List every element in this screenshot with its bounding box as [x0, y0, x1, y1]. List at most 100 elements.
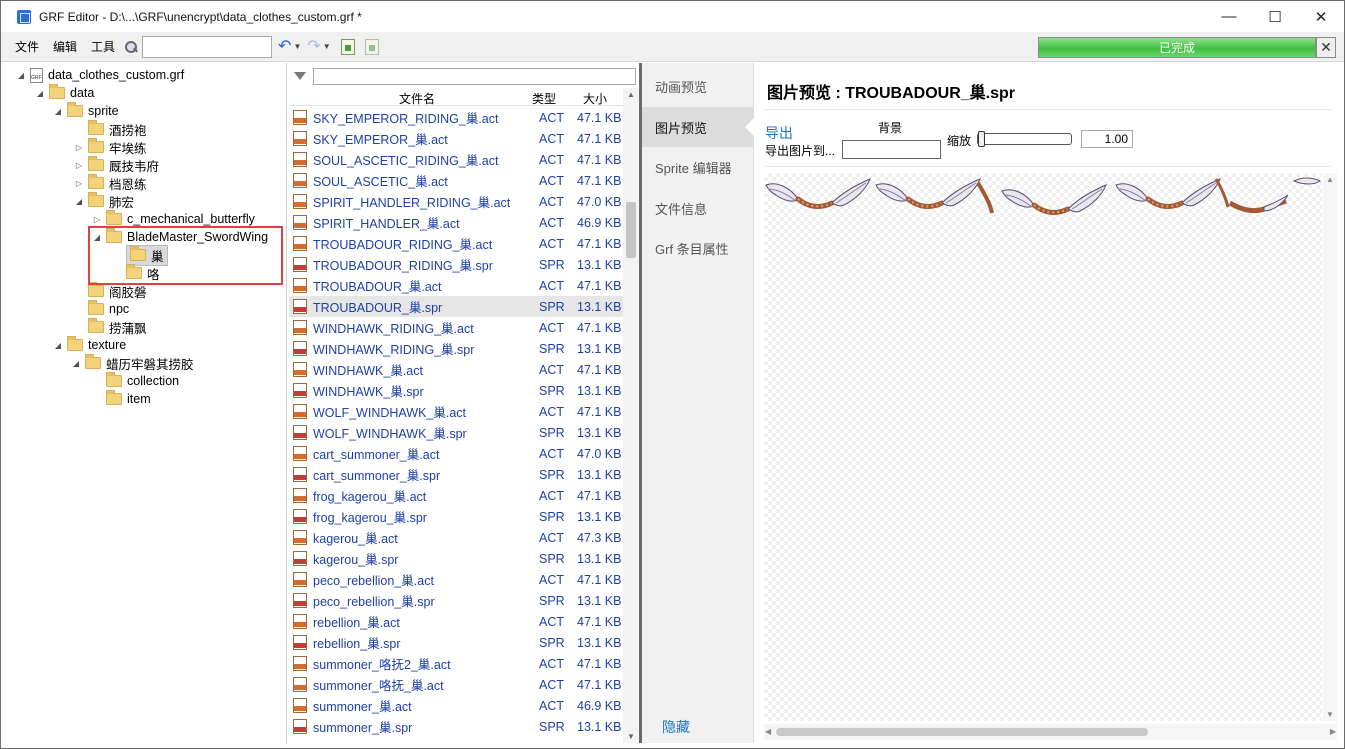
- file-row[interactable]: TROUBADOUR_RIDING_巢.act ACT 47.1 KB: [289, 233, 623, 254]
- tree-node-texture[interactable]: ◢ texture: [53, 336, 126, 354]
- file-row[interactable]: SPIRIT_HANDLER_巢.act ACT 46.9 KB: [289, 212, 623, 233]
- tree-node-collection[interactable]: collection: [92, 372, 179, 390]
- file-row[interactable]: TROUBADOUR_巢.act ACT 47.1 KB: [289, 275, 623, 296]
- sprite-canvas[interactable]: [764, 173, 1322, 721]
- expand-icon[interactable]: ◢: [16, 71, 26, 80]
- tab-image-preview[interactable]: 图片预览: [642, 107, 755, 147]
- expand-icon[interactable]: ◢: [53, 107, 63, 116]
- file-row[interactable]: WOLF_WINDHAWK_巢.spr SPR 13.1 KB: [289, 422, 623, 443]
- scroll-down-icon[interactable]: ▼: [1326, 710, 1334, 719]
- file-row[interactable]: rebellion_巢.act ACT 47.1 KB: [289, 611, 623, 632]
- tree-node-label: item: [127, 392, 151, 406]
- tab-sprite-editor[interactable]: Sprite 编辑器: [642, 147, 754, 187]
- file-row[interactable]: TROUBADOUR_巢.spr SPR 13.1 KB: [289, 296, 623, 317]
- scroll-up-icon[interactable]: ▲: [1326, 175, 1334, 184]
- tree-node[interactable]: ▷ 厩技韦府: [74, 156, 159, 174]
- file-row[interactable]: summoner_巢.act ACT 46.9 KB: [289, 695, 623, 716]
- preview-vertical-scrollbar[interactable]: ▲ ▼: [1323, 173, 1337, 721]
- scroll-down-icon[interactable]: ▼: [627, 732, 635, 741]
- file-type: ACT: [539, 446, 564, 461]
- file-row[interactable]: kagerou_巢.act ACT 47.3 KB: [289, 527, 623, 548]
- export-to-link[interactable]: 导出图片到...: [765, 142, 835, 159]
- file-row[interactable]: WINDHAWK_RIDING_巢.spr SPR 13.1 KB: [289, 338, 623, 359]
- file-row[interactable]: summoner_咯抚2_巢.act ACT 47.1 KB: [289, 653, 623, 674]
- file-row[interactable]: TROUBADOUR_RIDING_巢.spr SPR 13.1 KB: [289, 254, 623, 275]
- column-header-type[interactable]: 类型: [532, 90, 556, 107]
- scroll-up-icon[interactable]: ▲: [627, 90, 635, 99]
- scroll-right-icon[interactable]: ▶: [1330, 727, 1336, 736]
- file-row[interactable]: peco_rebellion_巢.act ACT 47.1 KB: [289, 569, 623, 590]
- expand-icon[interactable]: ◢: [71, 359, 81, 368]
- expand-icon[interactable]: ◢: [35, 89, 45, 98]
- expand-icon[interactable]: ▷: [74, 143, 84, 152]
- hide-link[interactable]: 隐藏: [662, 717, 690, 737]
- file-size: 47.1 KB: [577, 614, 622, 629]
- tree-node[interactable]: 捞蒲飘: [74, 318, 147, 336]
- menu-file[interactable]: 文件: [15, 38, 39, 55]
- redo-dropdown-icon[interactable]: ▼: [323, 42, 331, 51]
- menu-edit[interactable]: 编辑: [53, 38, 77, 55]
- file-list-scrollbar[interactable]: ▲ ▼: [623, 88, 639, 743]
- expand-icon[interactable]: ◢: [74, 197, 84, 206]
- file-row[interactable]: cart_summoner_巢.spr SPR 13.1 KB: [289, 464, 623, 485]
- file-row[interactable]: SKY_EMPEROR_RIDING_巢.act ACT 47.1 KB: [289, 107, 623, 128]
- tab-animation-preview[interactable]: 动画预览: [642, 66, 754, 106]
- expand-icon[interactable]: ▷: [92, 215, 102, 224]
- redo-icon[interactable]: ↷: [307, 38, 320, 55]
- undo-dropdown-icon[interactable]: ▼: [293, 42, 301, 51]
- file-type: SPR: [539, 425, 565, 440]
- file-row[interactable]: WINDHAWK_巢.spr SPR 13.1 KB: [289, 380, 623, 401]
- file-row[interactable]: WINDHAWK_RIDING_巢.act ACT 47.1 KB: [289, 317, 623, 338]
- tree-node[interactable]: ◢ 肺宏: [74, 192, 134, 210]
- column-header-name[interactable]: 文件名: [399, 90, 435, 107]
- export-link[interactable]: 导出: [765, 123, 793, 143]
- tree-node[interactable]: ▷ 档恩练: [74, 174, 147, 192]
- search-input[interactable]: [142, 35, 273, 58]
- minimize-button[interactable]: —: [1206, 1, 1252, 32]
- file-row[interactable]: cart_summoner_巢.act ACT 47.0 KB: [289, 443, 623, 464]
- close-button[interactable]: ✕: [1298, 1, 1344, 32]
- file-row[interactable]: rebellion_巢.spr SPR 13.1 KB: [289, 632, 623, 653]
- tree-node[interactable]: ▷ 牢埃练: [74, 138, 147, 156]
- file-row[interactable]: SOUL_ASCETIC_巢.act ACT 47.1 KB: [289, 170, 623, 191]
- file-row[interactable]: SOUL_ASCETIC_RIDING_巢.act ACT 47.1 KB: [289, 149, 623, 170]
- tree-node-npc[interactable]: npc: [74, 300, 129, 318]
- file-row[interactable]: kagerou_巢.spr SPR 13.1 KB: [289, 548, 623, 569]
- tree-node-data[interactable]: ◢ data: [35, 84, 94, 102]
- background-color-picker[interactable]: [842, 140, 941, 159]
- tree-node-grf[interactable]: ◢ data_clothes_custom.grf: [16, 66, 184, 84]
- expand-icon[interactable]: ◢: [53, 341, 63, 350]
- file-row[interactable]: SKY_EMPEROR_巢.act ACT 47.1 KB: [289, 128, 623, 149]
- tree-node[interactable]: ◢ 蜡历牢磐其捞胶: [71, 354, 194, 372]
- tree-node[interactable]: 酒捞袍: [74, 120, 147, 138]
- tree-node-item[interactable]: item: [92, 390, 151, 408]
- scroll-left-icon[interactable]: ◀: [765, 727, 771, 736]
- file-row[interactable]: summoner_咯抚_巢.act ACT 47.1 KB: [289, 674, 623, 695]
- zoom-slider[interactable]: [977, 131, 1072, 147]
- menu-tools[interactable]: 工具: [91, 38, 115, 55]
- tab-grf-properties[interactable]: Grf 条目属性: [642, 228, 754, 268]
- progress-close-button[interactable]: ✕: [1316, 37, 1336, 58]
- scrollbar-thumb[interactable]: [626, 202, 636, 258]
- filter-input[interactable]: [313, 68, 636, 85]
- zoom-value-input[interactable]: [1081, 130, 1133, 148]
- file-row[interactable]: WOLF_WINDHAWK_巢.act ACT 47.1 KB: [289, 401, 623, 422]
- add-file-icon[interactable]: [340, 38, 355, 55]
- file-row[interactable]: WINDHAWK_巢.act ACT 47.1 KB: [289, 359, 623, 380]
- expand-icon[interactable]: ▷: [74, 161, 84, 170]
- column-header-size[interactable]: 大小: [583, 90, 607, 107]
- zoom-slider-knob[interactable]: [978, 131, 985, 147]
- file-row[interactable]: peco_rebellion_巢.spr SPR 13.1 KB: [289, 590, 623, 611]
- preview-horizontal-scrollbar[interactable]: ◀ ▶: [764, 724, 1337, 740]
- undo-icon[interactable]: ↶: [278, 38, 291, 55]
- maximize-button[interactable]: ☐: [1252, 1, 1298, 32]
- tree-node-sprite[interactable]: ◢ sprite: [53, 102, 119, 120]
- tab-file-info[interactable]: 文件信息: [642, 188, 754, 228]
- file-row[interactable]: frog_kagerou_巢.act ACT 47.1 KB: [289, 485, 623, 506]
- file-row[interactable]: frog_kagerou_巢.spr SPR 13.1 KB: [289, 506, 623, 527]
- file-row[interactable]: summoner_巢.spr SPR 13.1 KB: [289, 716, 623, 737]
- scrollbar-thumb[interactable]: [776, 728, 1148, 736]
- extract-file-icon[interactable]: [364, 38, 379, 55]
- file-row[interactable]: SPIRIT_HANDLER_RIDING_巢.act ACT 47.0 KB: [289, 191, 623, 212]
- expand-icon[interactable]: ▷: [74, 179, 84, 188]
